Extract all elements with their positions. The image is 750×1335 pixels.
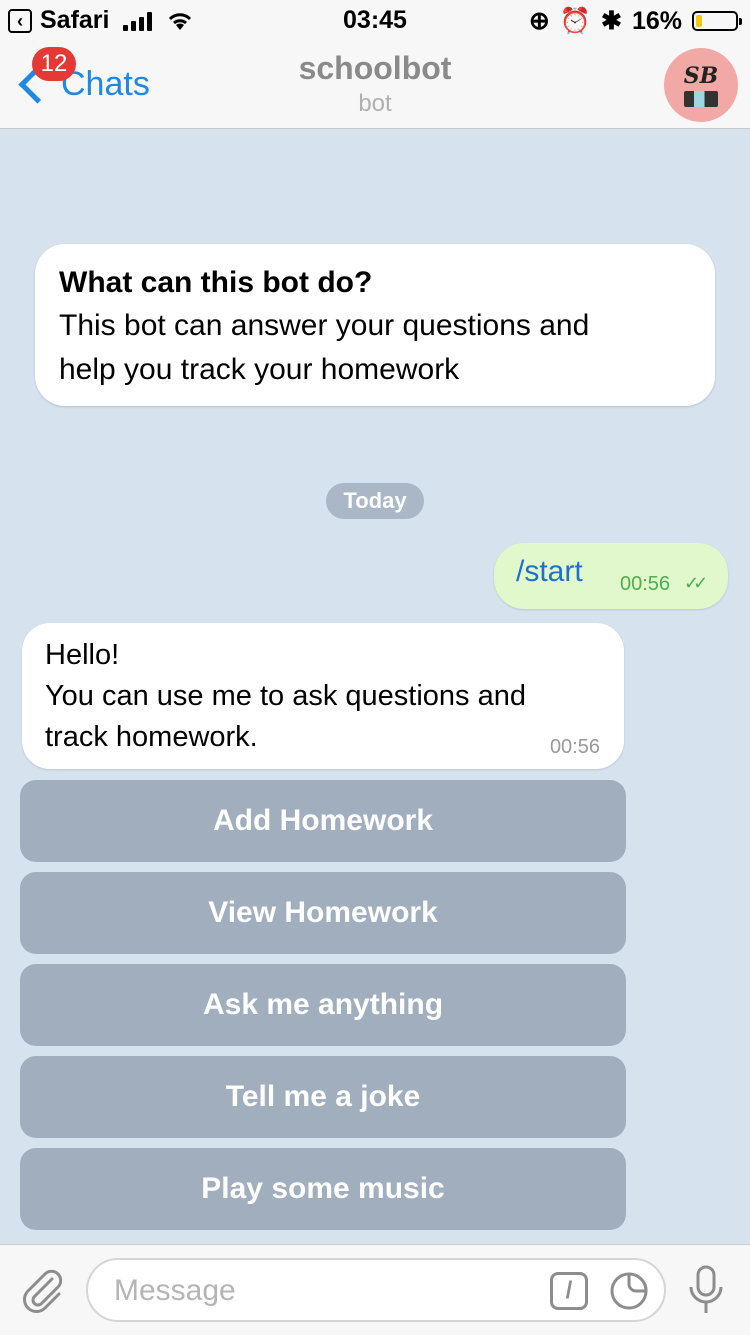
chat-header: Chats 12 schoolbot bot SB — [0, 40, 750, 129]
status-right: ⊕ ⏰ ✱ 16% — [528, 6, 742, 36]
chat-subtitle: bot — [358, 90, 392, 117]
alarm-icon: ⏰ — [559, 6, 591, 35]
read-checkmarks-icon: ✓✓ — [684, 573, 708, 593]
bot-description-line: help you track your homework — [59, 353, 460, 386]
message-text[interactable]: /start — [516, 555, 583, 589]
bot-description-card: What can this bot do? This bot can answe… — [35, 244, 715, 406]
bluetooth-icon: ✱ — [601, 7, 622, 35]
avatar-illustration — [684, 91, 718, 107]
battery-percent: 16% — [631, 6, 682, 35]
message-input[interactable] — [112, 1268, 536, 1314]
slash-command-icon[interactable]: / — [550, 1272, 588, 1310]
status-bar: ‹ Safari 03:45 ⊕ ⏰ ✱ 16% — [0, 0, 750, 40]
date-separator: Today — [326, 483, 424, 519]
view-homework-button[interactable]: View Homework — [20, 872, 626, 954]
tell-me-a-joke-button[interactable]: Tell me a joke — [20, 1056, 626, 1138]
paperclip-icon[interactable] — [18, 1265, 68, 1315]
rotation-lock-icon: ⊕ — [528, 7, 550, 35]
incoming-message[interactable]: Hello! You can use me to ask questions a… — [22, 623, 624, 769]
message-time: 00:56 — [549, 736, 600, 758]
message-line: Hello! — [45, 639, 120, 671]
bot-avatar[interactable]: SB — [664, 48, 738, 122]
chat-area[interactable]: What can this bot do? This bot can answe… — [0, 129, 750, 1244]
avatar-initials: SB — [683, 63, 719, 89]
battery-fill — [696, 15, 702, 27]
add-homework-button[interactable]: Add Homework — [20, 780, 626, 862]
message-time: 00:56 — [620, 573, 671, 595]
microphone-icon[interactable] — [686, 1263, 726, 1317]
message-field-container: / — [86, 1258, 666, 1322]
bot-description-line: This bot can answer your questions and — [59, 309, 590, 342]
bot-description-title: What can this bot do? — [59, 266, 373, 299]
outgoing-message[interactable]: /start 00:56 ✓✓ — [494, 543, 728, 609]
ask-me-anything-button[interactable]: Ask me anything — [20, 964, 626, 1046]
message-line: track homework. — [45, 721, 258, 753]
message-composer: / — [0, 1244, 750, 1335]
sticker-icon[interactable] — [608, 1270, 650, 1312]
chat-title[interactable]: schoolbot — [0, 50, 750, 87]
bot-keyboard: Add Homework View Homework Ask me anythi… — [20, 780, 626, 1240]
battery-icon — [692, 11, 742, 31]
message-line: You can use me to ask questions and — [45, 680, 526, 712]
play-some-music-button[interactable]: Play some music — [20, 1148, 626, 1230]
